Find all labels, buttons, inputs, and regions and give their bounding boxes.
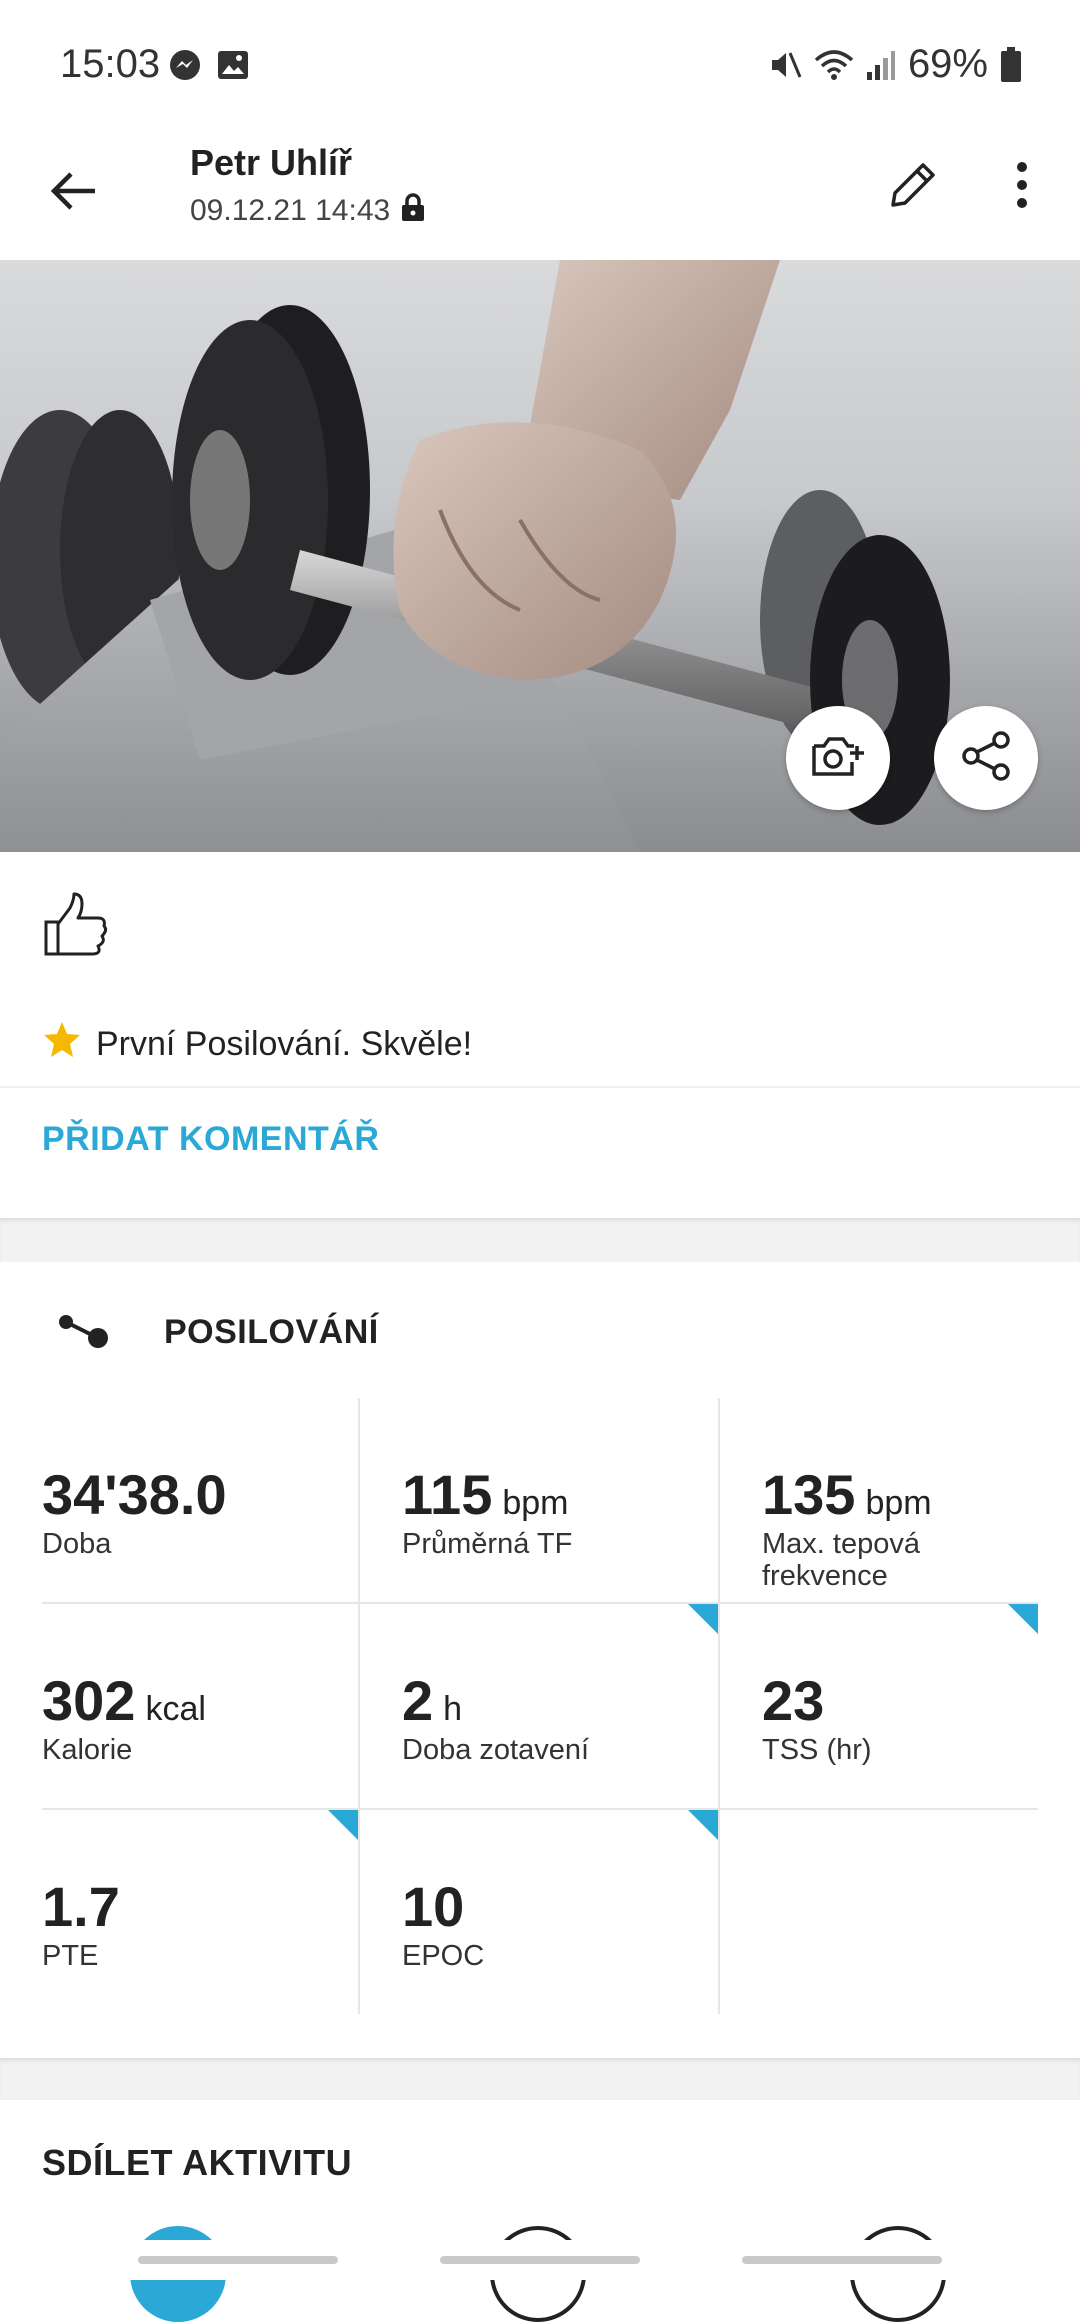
stat-unit: bpm [865, 1484, 932, 1522]
stat-max-hr[interactable]: 135 bpm Max. tepová frekvence [762, 1398, 1080, 1602]
star-icon [42, 1020, 82, 1069]
stat-value: 23 [762, 1669, 825, 1732]
workout-datetime: 09.12.21 14:43 [190, 194, 391, 227]
stat-value: 135 [762, 1463, 856, 1526]
stat-epoc[interactable]: 10 EPOC [402, 1810, 720, 2014]
status-right: 69% [768, 42, 1022, 87]
title-block: Petr Uhlíř 09.12.21 14:43 [190, 142, 426, 230]
activity-title: POSILOVÁNÍ [164, 1313, 379, 1351]
stat-label: Průměrná TF [402, 1528, 573, 1560]
back-arrow-icon [49, 171, 97, 216]
stat-unit: h [443, 1690, 463, 1728]
share-button[interactable] [934, 706, 1038, 810]
stat-value: 10 [402, 1875, 465, 1938]
more-options-button[interactable] [1000, 154, 1044, 220]
add-photo-button[interactable] [786, 706, 890, 810]
divider [0, 1086, 1080, 1088]
back-button[interactable] [40, 160, 106, 226]
add-photo-icon [810, 732, 866, 785]
battery-label: 69% [907, 42, 988, 86]
section-separator [0, 1218, 1080, 1262]
achievement: První Posilování. Skvěle! [42, 1020, 472, 1069]
like-button[interactable] [40, 890, 110, 960]
stat-duration[interactable]: 34'38.0 Doba [42, 1398, 360, 1602]
status-bar: 15:03 69% [0, 0, 1080, 130]
dumbbell-icon [56, 1310, 110, 1355]
nav-home[interactable] [440, 2256, 640, 2264]
mute-icon [768, 48, 802, 82]
stat-label: PTE [42, 1940, 99, 1972]
stat-label: EPOC [402, 1940, 485, 1972]
date-line: 09.12.21 14:43 [190, 192, 426, 230]
dumbbell-photo [0, 260, 950, 852]
stat-tss[interactable]: 23 TSS (hr) [762, 1604, 1080, 1808]
share-activity-title: SDÍLET AKTIVITU [42, 2142, 353, 2183]
stat-value: 1.7 [42, 1875, 120, 1938]
stat-avg-hr[interactable]: 115 bpm Průměrná TF [402, 1398, 720, 1602]
status-left-icons [168, 48, 250, 87]
lock-icon [400, 192, 426, 230]
stat-label: Max. tepová frekvence [762, 1528, 920, 1592]
user-name: Petr Uhlíř [190, 142, 353, 183]
status-time: 15:03 [60, 42, 161, 86]
more-vert-icon [1014, 161, 1030, 214]
stat-label: Doba [42, 1528, 112, 1560]
workout-photo[interactable] [0, 260, 1080, 852]
stat-pte[interactable]: 1.7 PTE [42, 1810, 360, 2014]
stat-unit: kcal [145, 1690, 206, 1728]
stat-value: 34'38.0 [42, 1463, 227, 1526]
stat-recovery-time[interactable]: 2h Doba zotavení [402, 1604, 720, 1808]
stat-label: Kalorie [42, 1734, 133, 1766]
stat-value: 2 [402, 1669, 434, 1732]
system-nav-bar [0, 2240, 1080, 2280]
messenger-icon [168, 48, 202, 87]
battery-icon [1000, 46, 1022, 83]
section-separator [0, 2058, 1080, 2100]
gallery-icon [216, 48, 250, 87]
nav-recents[interactable] [138, 2256, 338, 2264]
app-bar: Petr Uhlíř 09.12.21 14:43 [0, 130, 1080, 258]
stat-unit: bpm [502, 1484, 569, 1522]
stats-grid: 34'38.0 Doba 115 bpm Průměrná TF 135 bpm M… [42, 1398, 1038, 2014]
stat-label: Doba zotavení [402, 1734, 590, 1766]
signal-icon [866, 48, 896, 82]
stat-value: 115 [402, 1463, 493, 1526]
pencil-icon [885, 157, 941, 218]
stat-label: TSS (hr) [762, 1734, 872, 1766]
wifi-icon [814, 48, 854, 82]
activity-header: POSILOVÁNÍ [56, 1310, 379, 1355]
thumbs-up-icon [40, 892, 110, 964]
nav-back[interactable] [742, 2256, 942, 2264]
edit-button[interactable] [880, 154, 946, 220]
add-comment-button[interactable]: PŘIDAT KOMENTÁŘ [42, 1120, 379, 1159]
stat-value: 302 [42, 1669, 136, 1732]
stat-calories[interactable]: 302 kcal Kalorie [42, 1604, 360, 1808]
share-icon [959, 729, 1013, 788]
achievement-text: První Posilování. Skvěle! [96, 1025, 473, 1063]
